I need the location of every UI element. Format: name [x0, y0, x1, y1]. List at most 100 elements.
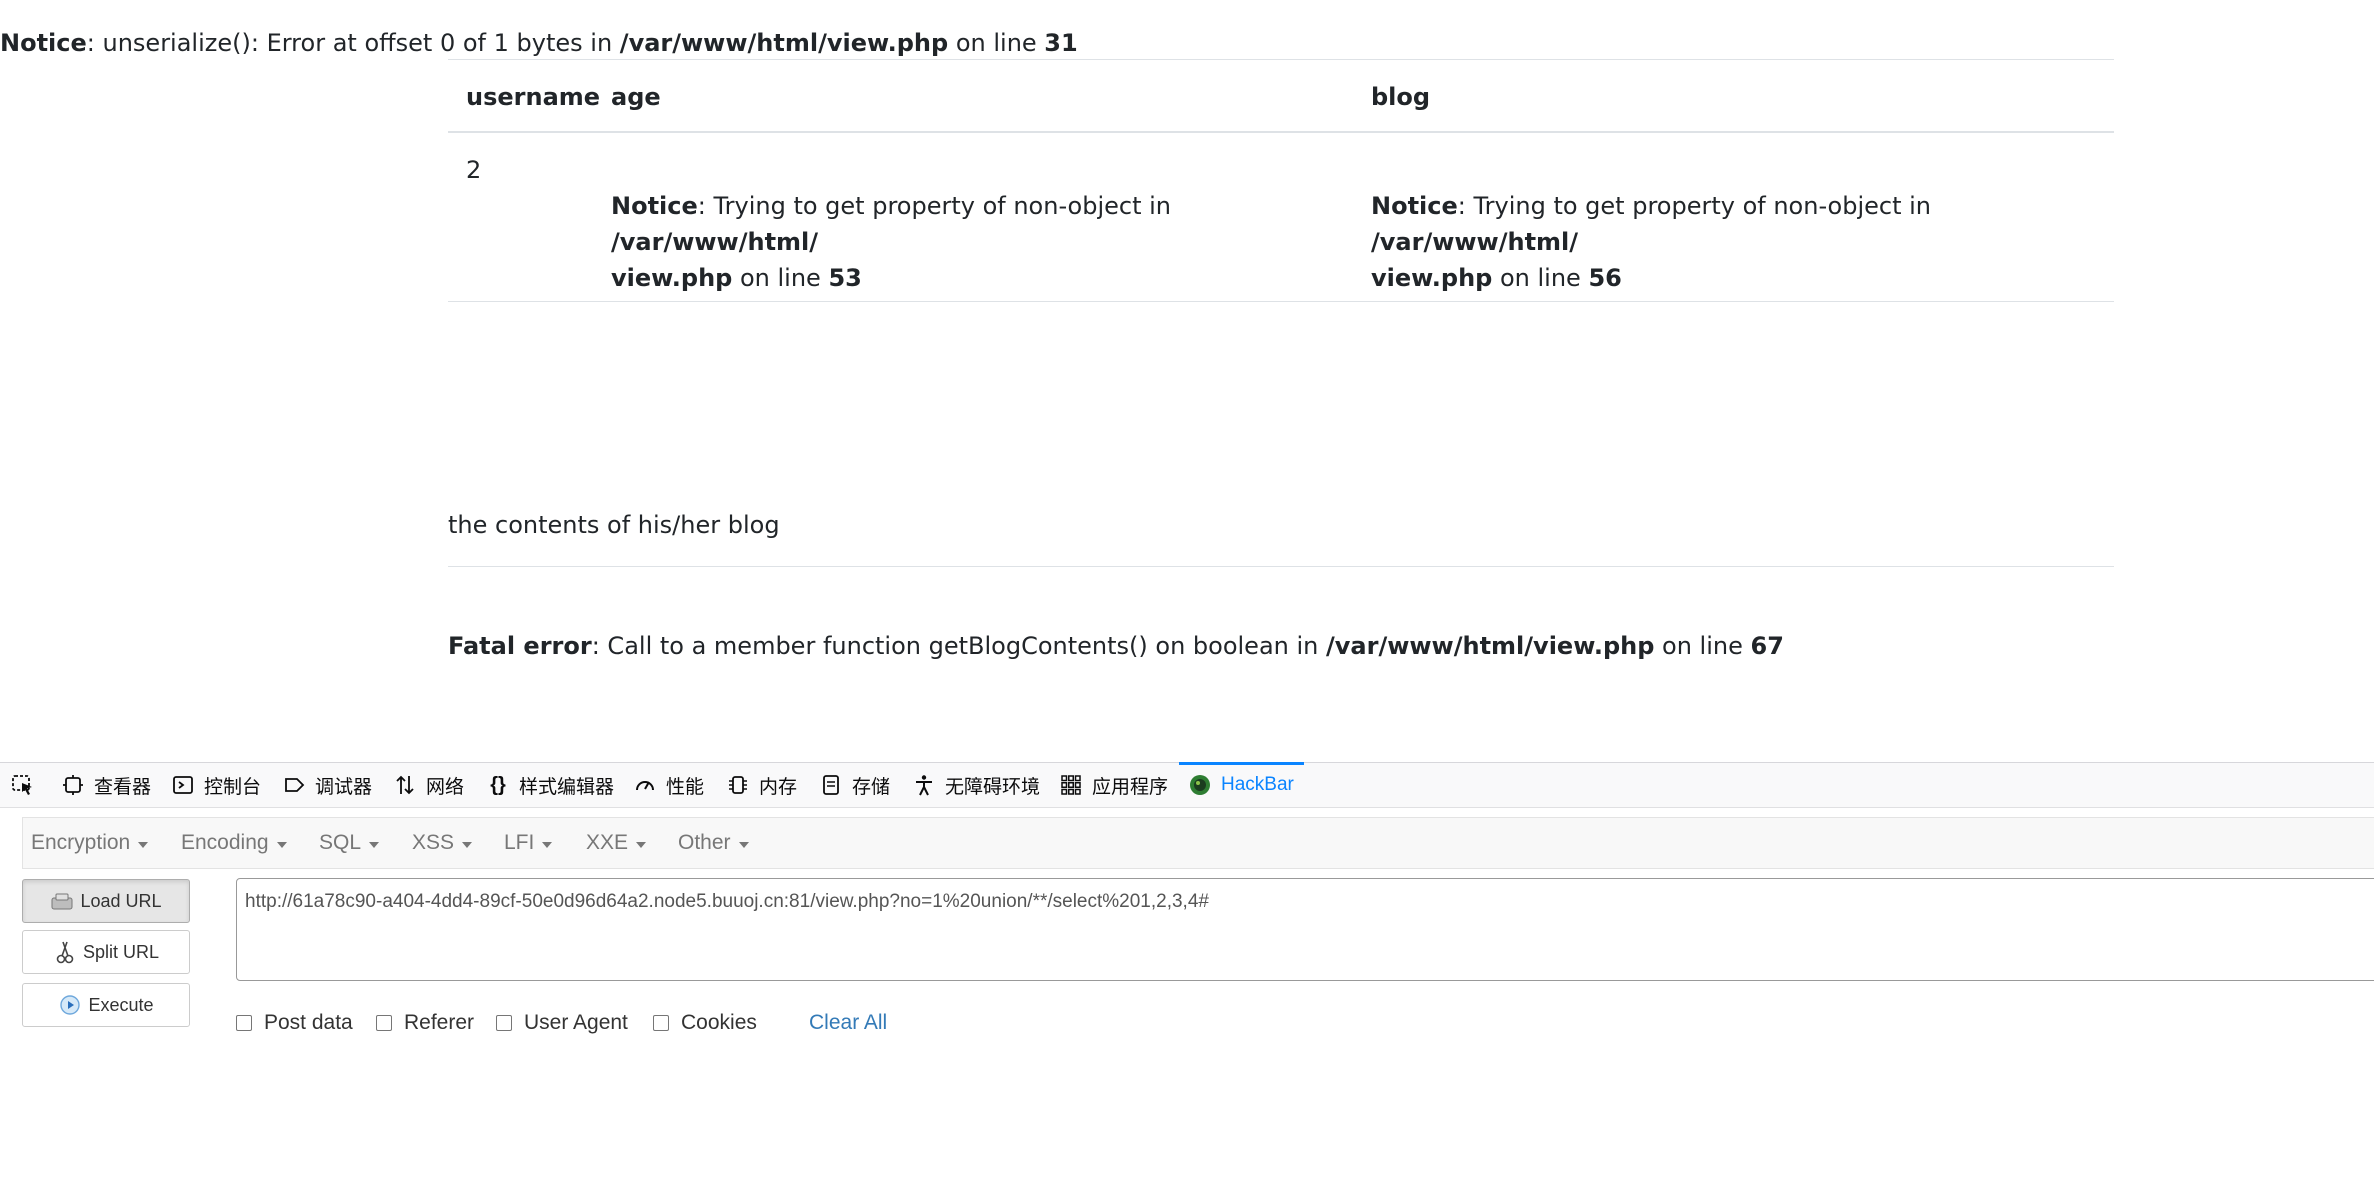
menu-xxe[interactable]: XXE: [586, 818, 647, 868]
table-top-rule: [448, 59, 2114, 60]
menu-label: XSS: [412, 831, 455, 854]
tab-memory[interactable]: 内存: [725, 763, 797, 807]
clear-all-link[interactable]: Clear All: [809, 1008, 887, 1038]
fatal-on-line: on line: [1654, 632, 1751, 660]
blog-notice-text: : Trying to get property of non-object i…: [1457, 192, 1932, 220]
post-data-option[interactable]: Post data: [236, 1008, 353, 1038]
split-url-button[interactable]: Split URL: [22, 930, 190, 974]
load-url-icon: [50, 889, 74, 913]
post-data-checkbox[interactable]: [236, 1015, 252, 1031]
tab-accessibility[interactable]: 无障碍环境: [911, 763, 1040, 807]
tab-style-editor[interactable]: {} 样式编辑器: [485, 763, 614, 807]
referer-option[interactable]: Referer: [376, 1008, 474, 1038]
menu-lfi[interactable]: LFI: [504, 818, 553, 868]
menu-xss[interactable]: XSS: [412, 818, 473, 868]
accessibility-icon: [911, 772, 937, 798]
header-blog: blog: [1371, 83, 1431, 111]
tab-label: 应用程序: [1092, 776, 1169, 798]
notice-text: : unserialize(): Error at offset 0 of 1 …: [86, 29, 620, 57]
post-data-label: Post data: [264, 1011, 353, 1034]
tab-storage[interactable]: 存储: [818, 763, 890, 807]
user-agent-option[interactable]: User Agent: [496, 1008, 628, 1038]
blog-notice-label: Notice: [1371, 192, 1458, 220]
network-icon: [392, 772, 418, 798]
cookies-checkbox[interactable]: [653, 1015, 669, 1031]
blog-rule: [448, 566, 2114, 567]
table-bottom-rule: [448, 301, 2114, 302]
storage-icon: [818, 772, 844, 798]
menu-encryption[interactable]: Encryption: [31, 818, 149, 868]
chevron-down-icon: [738, 841, 749, 848]
cell-age-notice: Notice: Trying to get property of non-ob…: [611, 188, 1331, 296]
php-page: Notice: unserialize(): Error at offset 0…: [0, 0, 2374, 762]
tab-console[interactable]: 控制台: [170, 763, 261, 807]
tab-performance[interactable]: 性能: [632, 763, 704, 807]
blog-notice-path2: view.php: [1371, 264, 1493, 292]
tab-inspector[interactable]: 查看器: [60, 763, 151, 807]
menu-encoding[interactable]: Encoding: [181, 818, 287, 868]
menu-label: XXE: [586, 831, 629, 854]
tab-network[interactable]: 网络: [392, 763, 464, 807]
menu-sql[interactable]: SQL: [319, 818, 380, 868]
tab-label: 调试器: [315, 776, 373, 798]
url-textarea[interactable]: http://61a78c90-a404-4dd4-89cf-50e0d96d6…: [236, 878, 2374, 981]
chevron-down-icon: [636, 841, 647, 848]
console-icon: [170, 772, 196, 798]
header-username: username: [466, 83, 601, 111]
menu-label: Encryption: [31, 831, 131, 854]
table-header-rule: [448, 131, 2114, 133]
style-editor-icon: {}: [490, 773, 506, 796]
application-icon: [1058, 772, 1084, 798]
tab-hackbar[interactable]: HackBar: [1179, 762, 1304, 807]
fatal-label: Fatal error: [448, 632, 592, 660]
chevron-down-icon: [276, 841, 287, 848]
blog-notice-line: 56: [1588, 264, 1622, 292]
performance-icon: [632, 772, 658, 798]
tab-label: 内存: [759, 776, 798, 798]
element-picker-button[interactable]: [10, 763, 44, 807]
referer-label: Referer: [404, 1011, 475, 1034]
user-agent-label: User Agent: [524, 1011, 628, 1034]
cookies-label: Cookies: [681, 1011, 757, 1034]
notice-on-line: on line: [948, 29, 1045, 57]
load-url-label: Load URL: [80, 890, 162, 911]
hackbar-menu-bar: Encryption Encoding SQL XSS LFI XXE Othe…: [22, 817, 2374, 869]
load-url-button[interactable]: Load URL: [22, 879, 190, 923]
notice-path: /var/www/html/view.php: [619, 29, 949, 57]
tab-label: 样式编辑器: [519, 776, 615, 798]
age-notice-line: 53: [828, 264, 862, 292]
tab-label: 查看器: [94, 776, 152, 798]
cell-blog-notice: Notice: Trying to get property of non-ob…: [1371, 188, 2101, 296]
unserialize-notice: Notice: unserialize(): Error at offset 0…: [0, 26, 1078, 60]
fatal-error: Fatal error: Call to a member function g…: [448, 629, 1784, 663]
referer-checkbox[interactable]: [376, 1015, 392, 1031]
execute-button[interactable]: Execute: [22, 983, 190, 1027]
tab-label: 无障碍环境: [945, 776, 1041, 798]
fatal-text: : Call to a member function getBlogConte…: [591, 632, 1326, 660]
tab-label: 控制台: [204, 776, 262, 798]
url-value: http://61a78c90-a404-4dd4-89cf-50e0d96d6…: [245, 891, 1209, 912]
execute-label: Execute: [88, 994, 154, 1015]
user-agent-checkbox[interactable]: [496, 1015, 512, 1031]
age-notice-path1: /var/www/html/: [611, 228, 819, 256]
play-icon: [58, 993, 82, 1017]
menu-label: Encoding: [181, 831, 269, 854]
chevron-down-icon: [462, 841, 473, 848]
tab-label: 存储: [852, 776, 891, 798]
blog-notice-path1: /var/www/html/: [1371, 228, 1579, 256]
scissors-icon: [53, 940, 77, 964]
menu-label: Other: [678, 831, 731, 854]
notice-line: 31: [1044, 29, 1078, 57]
notice-label: Notice: [0, 29, 87, 57]
tab-application[interactable]: 应用程序: [1058, 763, 1168, 807]
fatal-line: 67: [1750, 632, 1784, 660]
menu-other[interactable]: Other: [678, 818, 749, 868]
age-notice-text: : Trying to get property of non-object i…: [697, 192, 1172, 220]
chevron-down-icon: [369, 841, 380, 848]
age-notice-path2: view.php: [611, 264, 733, 292]
age-notice-label: Notice: [611, 192, 698, 220]
menu-label: LFI: [504, 831, 535, 854]
cookies-option[interactable]: Cookies: [653, 1008, 757, 1038]
chevron-down-icon: [542, 841, 553, 848]
tab-debugger[interactable]: 调试器: [281, 763, 372, 807]
